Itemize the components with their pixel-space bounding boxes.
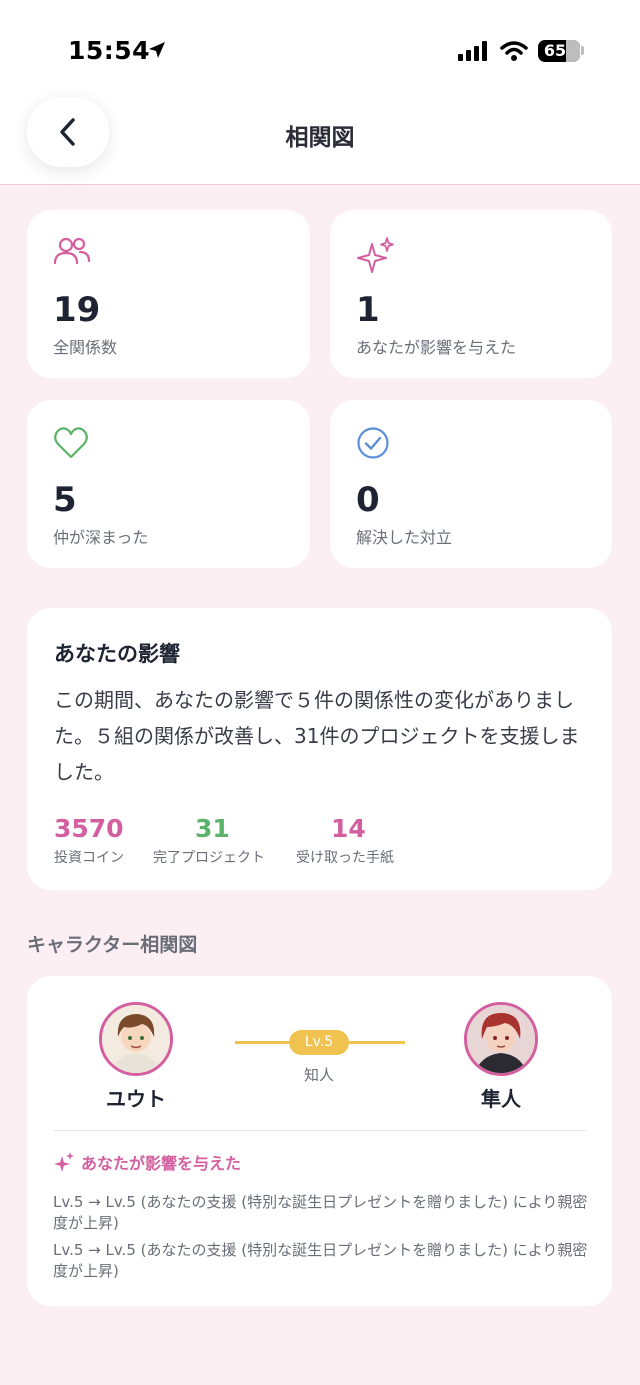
stat-card-total-relations: 19 全関係数 <box>27 210 310 378</box>
battery-indicator: 65 <box>538 40 580 62</box>
stat-value: 5 <box>53 480 77 520</box>
stat-label: 全関係数 <box>53 338 118 357</box>
metric-label: 投資コイン <box>54 850 124 866</box>
level-badge: Lv.5 <box>289 1030 349 1055</box>
top-bar: 15:54 65 相関図 <box>0 0 640 185</box>
location-arrow-icon <box>149 42 165 58</box>
status-time: 15:54 <box>68 36 151 65</box>
metric-value: 3570 <box>54 814 124 843</box>
metric-invested-coins: 3570 投資コイン <box>54 814 124 867</box>
change-log-entry: Lv.5 → Lv.5 (あなたの支援 (特別な誕生日プレゼントを贈りました) … <box>53 1241 588 1280</box>
left-character-name: ユウト <box>106 1087 166 1111</box>
metric-received-letters: 14 受け取った手紙 <box>296 814 406 867</box>
avatar-right-character[interactable] <box>464 1002 538 1076</box>
wifi-icon <box>500 41 528 61</box>
influence-indicator: あなたが影響を与えた <box>53 1150 241 1174</box>
people-icon <box>53 237 91 265</box>
stat-value: 19 <box>53 290 101 330</box>
influence-indicator-label: あなたが影響を与えた <box>81 1154 242 1173</box>
change-log-entry: Lv.5 → Lv.5 (あなたの支援 (特別な誕生日プレゼントを贈りました) … <box>53 1193 588 1232</box>
divider <box>53 1130 586 1131</box>
character-portrait-icon <box>467 1005 535 1073</box>
influence-title: あなたの影響 <box>54 642 180 666</box>
stat-card-deepened: 5 仲が深まった <box>27 400 310 568</box>
cellular-signal-icon <box>458 41 487 61</box>
metric-value: 14 <box>331 814 366 843</box>
stat-card-influenced: 1 あなたが影響を与えた <box>330 210 612 378</box>
character-portrait-icon <box>102 1005 170 1073</box>
avatar-left-character[interactable] <box>99 1002 173 1076</box>
stat-label: 解決した対立 <box>356 528 453 547</box>
check-circle-icon <box>357 427 389 459</box>
battery-percent: 65 <box>543 41 567 60</box>
heart-icon <box>54 427 88 459</box>
influence-card: あなたの影響 この期間、あなたの影響で５件の関係性の変化がありました。５組の関係… <box>27 608 612 890</box>
page-title: 相関図 <box>285 125 355 151</box>
metric-label: 完了プロジェクト <box>153 850 265 866</box>
influence-description: この期間、あなたの影響で５件の関係性の変化がありました。５組の関係が改善し、31… <box>54 688 580 784</box>
metric-completed-projects: 31 完了プロジェクト <box>153 814 273 867</box>
metric-value: 31 <box>195 814 230 843</box>
metric-label: 受け取った手紙 <box>296 850 394 866</box>
stat-label: 仲が深まった <box>53 528 149 547</box>
relationship-card[interactable]: ユウト Lv.5 知人 隼人 あなたが影響を与えた Lv.5 → Lv.5 (あ… <box>27 976 612 1306</box>
stat-value: 0 <box>356 480 380 520</box>
stat-card-resolved: 0 解決した対立 <box>330 400 612 568</box>
sparkles-icon <box>54 1152 74 1172</box>
right-character-name: 隼人 <box>481 1087 521 1111</box>
sparkles-icon <box>357 237 394 273</box>
stat-value: 1 <box>356 290 380 330</box>
stat-label: あなたが影響を与えた <box>356 338 517 357</box>
relationship-label: 知人 <box>303 1066 334 1084</box>
section-title: キャラクター相関図 <box>27 934 198 956</box>
